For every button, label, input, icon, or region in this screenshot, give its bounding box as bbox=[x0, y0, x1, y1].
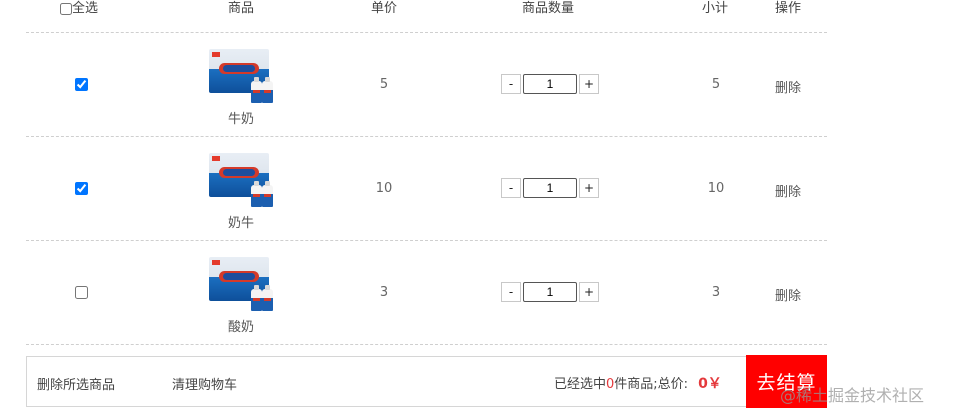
quantity-input[interactable]: 1 bbox=[523, 74, 577, 94]
increase-button[interactable]: + bbox=[579, 178, 599, 198]
item-checkbox[interactable] bbox=[75, 78, 88, 91]
product-name: 牛奶 bbox=[227, 112, 254, 127]
header-quantity: 商品数量 bbox=[522, 1, 575, 16]
watermark: @稀土掘金技术社区 bbox=[780, 386, 925, 405]
unit-price: 3 bbox=[379, 285, 389, 300]
unit-price: 10 bbox=[375, 181, 393, 196]
item-checkbox[interactable] bbox=[75, 286, 88, 299]
clear-cart-button[interactable]: 清理购物车 bbox=[172, 374, 237, 393]
cart-row: 酸奶 3 - 1 + 3 删除 bbox=[26, 241, 827, 345]
total-price: 0￥ bbox=[698, 376, 722, 392]
decrease-button[interactable]: - bbox=[501, 74, 521, 94]
select-all-label: 全选 bbox=[72, 1, 99, 16]
header-product: 商品 bbox=[228, 1, 255, 16]
summary-mid: 件商品;总价: bbox=[614, 377, 689, 392]
table-header: 全选 商品 单价 商品数量 小计 操作 bbox=[26, 0, 827, 33]
item-checkbox[interactable] bbox=[75, 182, 88, 195]
product-image[interactable] bbox=[207, 47, 275, 103]
product-name: 奶牛 bbox=[227, 216, 254, 231]
cart-table: 全选 商品 单价 商品数量 小计 操作 牛奶 5 - 1 + 5 删除 奶牛 1… bbox=[26, 0, 827, 345]
unit-price: 5 bbox=[379, 77, 389, 92]
quantity-stepper: - 1 + bbox=[501, 74, 599, 94]
header-unit-price: 单价 bbox=[371, 1, 398, 16]
subtotal: 10 bbox=[707, 181, 725, 196]
increase-button[interactable]: + bbox=[579, 282, 599, 302]
select-all-checkbox[interactable] bbox=[60, 2, 72, 15]
select-all[interactable]: 全选 bbox=[60, 0, 98, 17]
decrease-button[interactable]: - bbox=[501, 178, 521, 198]
increase-button[interactable]: + bbox=[579, 74, 599, 94]
product-cell: 牛奶 bbox=[206, 47, 276, 127]
selected-count: 0 bbox=[606, 377, 615, 392]
delete-selected-button[interactable]: 删除所选商品 bbox=[37, 374, 115, 393]
quantity-input[interactable]: 1 bbox=[523, 282, 577, 302]
cart-row: 牛奶 5 - 1 + 5 删除 bbox=[26, 33, 827, 137]
delete-button[interactable]: 删除 bbox=[775, 181, 801, 200]
quantity-stepper: - 1 + bbox=[501, 178, 599, 198]
quantity-stepper: - 1 + bbox=[501, 282, 599, 302]
summary-prefix: 已经选中 bbox=[554, 377, 607, 392]
header-action: 操作 bbox=[775, 1, 802, 16]
product-image[interactable] bbox=[207, 255, 275, 311]
header-subtotal: 小计 bbox=[702, 1, 729, 16]
quantity-input[interactable]: 1 bbox=[523, 178, 577, 198]
product-name: 酸奶 bbox=[227, 320, 254, 335]
delete-button[interactable]: 删除 bbox=[775, 285, 801, 304]
product-cell: 酸奶 bbox=[206, 255, 276, 335]
product-cell: 奶牛 bbox=[206, 151, 276, 231]
decrease-button[interactable]: - bbox=[501, 282, 521, 302]
subtotal: 3 bbox=[711, 285, 721, 300]
cart-row: 奶牛 10 - 1 + 10 删除 bbox=[26, 137, 827, 241]
delete-button[interactable]: 删除 bbox=[775, 77, 801, 96]
product-image[interactable] bbox=[207, 151, 275, 207]
cart-footer: 删除所选商品 清理购物车 已经选中 0 件商品;总价: 0￥ 去结算 bbox=[26, 355, 827, 408]
subtotal: 5 bbox=[711, 77, 721, 92]
cart-summary: 已经选中 0 件商品;总价: 0￥ bbox=[554, 373, 722, 393]
